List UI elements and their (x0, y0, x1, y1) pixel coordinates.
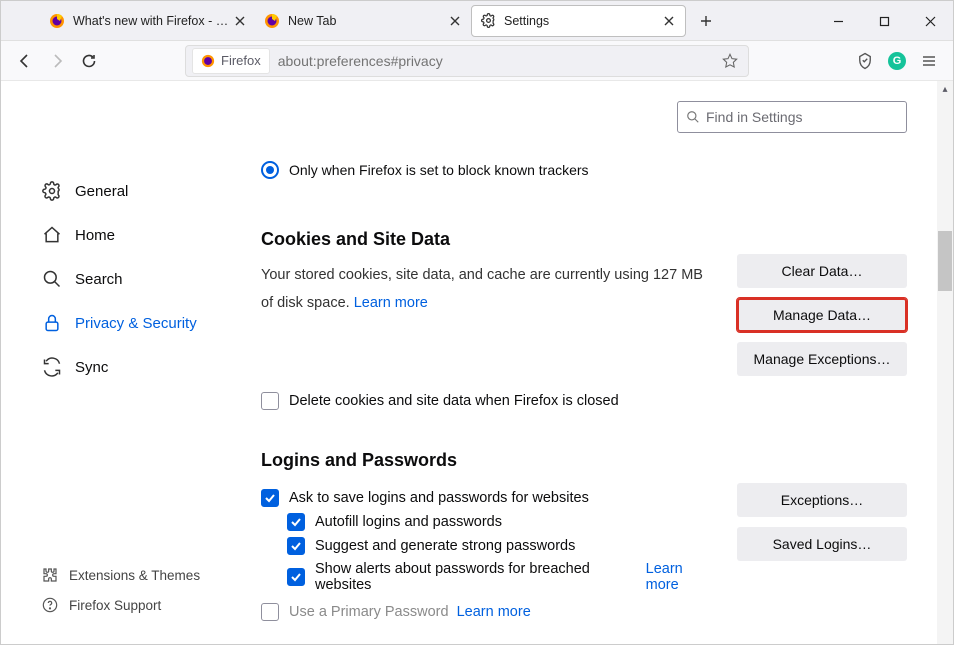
breach-alerts-checkbox[interactable]: Show alerts about passwords for breached… (287, 561, 717, 593)
radio-label: Only when Firefox is set to block known … (289, 162, 589, 178)
reload-button[interactable] (73, 45, 105, 77)
settings-sidebar: General Home Search (1, 81, 231, 644)
puzzle-icon (41, 566, 59, 584)
radio-selected-icon (261, 161, 279, 179)
search-placeholder: Find in Settings (706, 109, 803, 125)
checkbox-label: Use a Primary Password (289, 604, 449, 620)
close-icon[interactable] (447, 13, 463, 29)
cookies-learn-more-link[interactable]: Learn more (354, 295, 428, 311)
sidebar-item-sync[interactable]: Sync (41, 345, 231, 389)
grammarly-icon[interactable]: G (881, 45, 913, 77)
maximize-button[interactable] (861, 1, 907, 41)
url-text: about:preferences#privacy (278, 53, 718, 69)
sidebar-item-privacy[interactable]: Privacy & Security (41, 301, 231, 345)
menu-button[interactable] (913, 45, 945, 77)
forward-button[interactable] (41, 45, 73, 77)
alerts-learn-more-link[interactable]: Learn more (646, 561, 717, 593)
checkbox-checked-icon (261, 489, 279, 507)
back-button[interactable] (9, 45, 41, 77)
tab-settings[interactable]: Settings (471, 5, 686, 37)
clear-data-button[interactable]: Clear Data… (737, 254, 907, 288)
checkbox-label: Ask to save logins and passwords for web… (289, 490, 589, 506)
close-icon[interactable] (232, 13, 248, 29)
saved-logins-button[interactable]: Saved Logins… (737, 527, 907, 561)
identity-box[interactable]: Firefox (192, 48, 270, 74)
firefox-icon (264, 13, 280, 29)
find-in-settings-input[interactable]: Find in Settings (677, 101, 907, 133)
firefox-icon (49, 13, 65, 29)
sidebar-item-label: Privacy & Security (75, 315, 197, 332)
tab-label: Settings (504, 14, 661, 28)
checkbox-checked-icon (287, 537, 305, 555)
sidebar-item-label: Sync (75, 359, 108, 376)
window-controls (815, 1, 953, 41)
settings-pane: Find in Settings Only when Firefox is se… (231, 81, 937, 644)
tab-newtab[interactable]: New Tab (256, 5, 471, 37)
checkbox-label: Show alerts about passwords for breached… (315, 561, 638, 593)
sidebar-item-general[interactable]: General (41, 169, 231, 213)
checkbox-label: Autofill logins and passwords (315, 514, 502, 530)
sidebar-item-label: Home (75, 227, 115, 244)
ask-save-logins-checkbox[interactable]: Ask to save logins and passwords for web… (261, 489, 717, 507)
tracker-radio-option[interactable]: Only when Firefox is set to block known … (261, 161, 907, 179)
primary-learn-more-link[interactable]: Learn more (457, 604, 531, 620)
cookies-usage-text: Your stored cookies, site data, and cach… (261, 267, 703, 311)
suggest-passwords-checkbox[interactable]: Suggest and generate strong passwords (287, 537, 717, 555)
vertical-scrollbar[interactable]: ▴ (937, 81, 953, 644)
logins-exceptions-button[interactable]: Exceptions… (737, 483, 907, 517)
gear-icon (480, 13, 496, 29)
sidebar-support-link[interactable]: Firefox Support (41, 590, 231, 620)
logins-heading: Logins and Passwords (261, 450, 907, 471)
minimize-button[interactable] (815, 1, 861, 41)
toolbar: Firefox about:preferences#privacy G (1, 41, 953, 81)
manage-data-button[interactable]: Manage Data… (737, 298, 907, 332)
manage-exceptions-button[interactable]: Manage Exceptions… (737, 342, 907, 376)
primary-password-checkbox[interactable]: Use a Primary Password Learn more (261, 603, 717, 621)
gear-icon (41, 180, 63, 202)
autofill-logins-checkbox[interactable]: Autofill logins and passwords (287, 513, 717, 531)
sidebar-item-home[interactable]: Home (41, 213, 231, 257)
tab-whatsnew[interactable]: What's new with Firefox - More (41, 5, 256, 37)
question-icon (41, 596, 59, 614)
tab-label: New Tab (288, 14, 447, 28)
sidebar-item-label: General (75, 183, 128, 200)
sync-icon (41, 356, 63, 378)
tab-strip: What's new with Firefox - More New Tab S… (1, 1, 953, 41)
sidebar-item-search[interactable]: Search (41, 257, 231, 301)
sidebar-footer-label: Firefox Support (69, 598, 161, 613)
checkbox-label: Suggest and generate strong passwords (315, 538, 575, 554)
scrollbar-thumb[interactable] (938, 231, 952, 291)
identity-label: Firefox (221, 53, 261, 68)
cookies-heading: Cookies and Site Data (261, 229, 907, 250)
new-tab-button[interactable] (692, 7, 720, 35)
sidebar-footer-label: Extensions & Themes (69, 568, 200, 583)
checkbox-checked-icon (287, 568, 305, 586)
delete-on-close-checkbox[interactable]: Delete cookies and site data when Firefo… (261, 392, 907, 410)
search-icon (686, 110, 700, 124)
sidebar-item-label: Search (75, 271, 123, 288)
bookmark-star-icon[interactable] (718, 53, 742, 69)
home-icon (41, 224, 63, 246)
search-icon (41, 268, 63, 290)
pocket-icon[interactable] (849, 45, 881, 77)
url-bar[interactable]: Firefox about:preferences#privacy (185, 45, 749, 77)
close-icon[interactable] (661, 13, 677, 29)
close-window-button[interactable] (907, 1, 953, 41)
tab-label: What's new with Firefox - More (73, 14, 232, 28)
scroll-up-arrow-icon: ▴ (939, 83, 951, 95)
checkbox-unchecked-icon (261, 392, 279, 410)
checkbox-label: Delete cookies and site data when Firefo… (289, 393, 619, 409)
checkbox-unchecked-icon (261, 603, 279, 621)
sidebar-extensions-link[interactable]: Extensions & Themes (41, 560, 231, 590)
checkbox-checked-icon (287, 513, 305, 531)
lock-icon (41, 312, 63, 334)
